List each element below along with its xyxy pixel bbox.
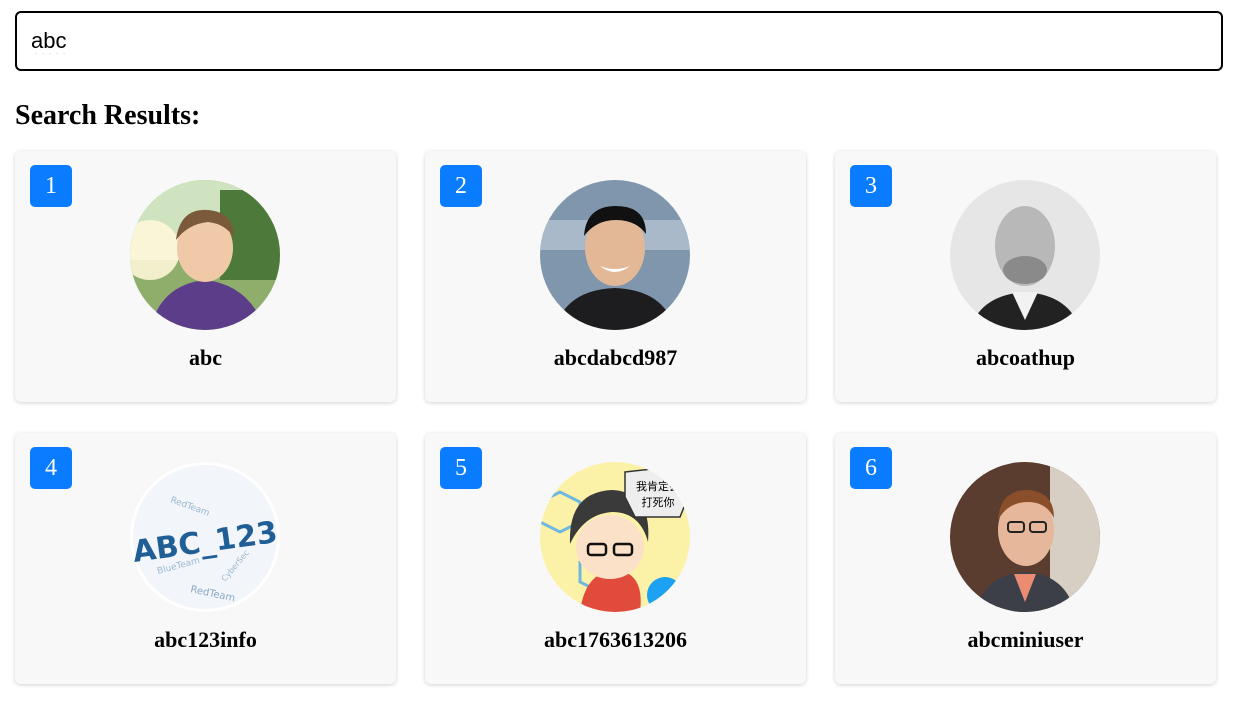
search-box[interactable]	[15, 11, 1223, 71]
username: abcminiuser	[967, 627, 1084, 652]
results-grid: 1 abc 2 abcdabcd987 3 abcoathup 4 RedTea…	[15, 151, 1216, 684]
avatar-image	[540, 180, 690, 330]
avatar-image: RedTeam BlueTeam CyberSec RedTeam ABC_12…	[130, 462, 280, 612]
rank-badge: 1	[30, 165, 72, 207]
rank-badge: 2	[440, 165, 482, 207]
avatar-image: 我肯定会 打死你	[540, 462, 690, 612]
result-card[interactable]: 1 abc	[15, 151, 396, 402]
username: abc123info	[154, 627, 257, 652]
rank-badge: 6	[850, 447, 892, 489]
result-card[interactable]: 3 abcoathup	[835, 151, 1216, 402]
svg-text:我肯定会: 我肯定会	[636, 479, 680, 493]
result-card[interactable]: 2 abcdabcd987	[425, 151, 806, 402]
rank-badge: 3	[850, 165, 892, 207]
avatar-image	[950, 180, 1100, 330]
result-card[interactable]: 5 我肯定会 打死你 abc1763613206	[425, 433, 806, 684]
result-card[interactable]: 6 abcminiuser	[835, 433, 1216, 684]
username: abc1763613206	[544, 627, 687, 652]
username: abcoathup	[975, 345, 1076, 370]
search-input[interactable]	[17, 13, 1221, 69]
avatar-image	[130, 180, 280, 330]
avatar-image	[950, 462, 1100, 612]
svg-text:打死你: 打死你	[642, 495, 675, 509]
username: abcdabcd987	[553, 345, 678, 370]
rank-badge: 4	[30, 447, 72, 489]
result-card[interactable]: 4 RedTeam BlueTeam CyberSec RedTeam ABC_…	[15, 433, 396, 684]
results-title: Search Results:	[15, 100, 201, 131]
username: abc	[189, 345, 222, 370]
rank-badge: 5	[440, 447, 482, 489]
